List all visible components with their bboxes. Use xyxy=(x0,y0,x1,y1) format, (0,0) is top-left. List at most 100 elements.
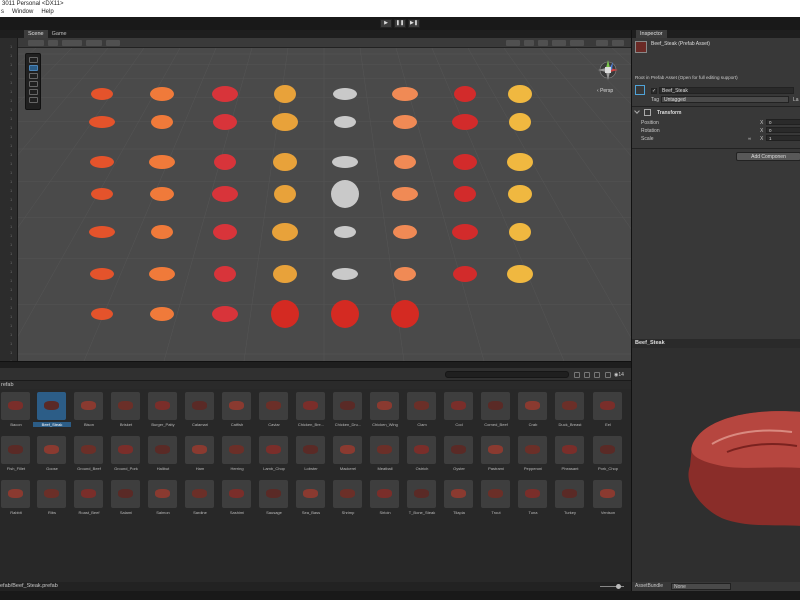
collapse-arrow-icon[interactable] xyxy=(634,108,640,114)
object-name-field[interactable]: Beef_Steak xyxy=(659,87,794,94)
tab-inspector[interactable]: Inspector xyxy=(636,30,667,38)
asset-item[interactable]: Sirloin xyxy=(370,480,400,516)
rect-tool-icon[interactable] xyxy=(29,89,38,95)
asset-item[interactable]: Caviar xyxy=(259,392,289,428)
asset-item[interactable]: Cod xyxy=(444,392,474,428)
food-model[interactable] xyxy=(507,153,533,171)
food-model[interactable] xyxy=(393,115,417,129)
food-model[interactable] xyxy=(91,308,113,320)
favorite-icon[interactable] xyxy=(594,372,600,378)
asset-item[interactable]: Sardine xyxy=(185,480,215,516)
asset-item[interactable]: Herring xyxy=(222,436,252,472)
food-model[interactable] xyxy=(331,300,359,328)
asset-item[interactable]: Clam xyxy=(407,392,437,428)
pause-button[interactable]: ❚❚ xyxy=(394,19,406,28)
food-model[interactable] xyxy=(89,116,115,128)
snap-dropdown[interactable] xyxy=(552,40,566,46)
food-model[interactable] xyxy=(212,306,238,322)
asset-item[interactable]: Fish_Fillet xyxy=(1,436,31,472)
asset-item[interactable]: Ham xyxy=(185,436,215,472)
asset-item[interactable]: Bison xyxy=(74,392,104,428)
food-model[interactable] xyxy=(90,268,114,280)
asset-item[interactable]: Ground_Beef xyxy=(74,436,104,472)
position-x-field[interactable]: 0 xyxy=(766,119,800,125)
asset-item[interactable]: Tuna xyxy=(518,480,548,516)
asset-item[interactable]: Oyster xyxy=(444,436,474,472)
asset-item[interactable]: Salmon xyxy=(148,480,178,516)
asset-item[interactable]: Catfish xyxy=(222,392,252,428)
play-button[interactable]: ▶ xyxy=(380,19,392,28)
rotate-tool-icon[interactable] xyxy=(29,73,38,79)
food-model[interactable] xyxy=(332,268,358,280)
food-model[interactable] xyxy=(150,307,174,321)
2d-toggle-button[interactable] xyxy=(48,40,58,46)
asset-item[interactable]: Crab xyxy=(518,392,548,428)
hand-tool-icon[interactable] xyxy=(29,57,38,63)
asset-item[interactable]: Ribs xyxy=(37,480,67,516)
asset-item[interactable]: Shrimp xyxy=(333,480,363,516)
food-model[interactable] xyxy=(274,185,296,203)
scale-x-field[interactable]: 1 xyxy=(766,135,800,141)
asset-item[interactable]: Eel xyxy=(593,392,623,428)
gizmo-dropdown[interactable] xyxy=(106,40,120,46)
food-model[interactable] xyxy=(274,85,296,103)
food-model[interactable] xyxy=(91,88,113,100)
active-checkbox[interactable]: ✓ xyxy=(651,88,657,94)
food-model[interactable] xyxy=(272,113,298,131)
effects-dropdown[interactable] xyxy=(86,40,102,46)
asset-item[interactable]: Pheasant xyxy=(555,436,585,472)
render-dropdown[interactable] xyxy=(570,40,584,46)
food-model[interactable] xyxy=(454,86,476,102)
asset-item[interactable]: Brisket xyxy=(111,392,141,428)
food-model[interactable] xyxy=(213,114,237,130)
scale-tool-icon[interactable] xyxy=(29,81,38,87)
food-model[interactable] xyxy=(394,155,416,169)
asset-item[interactable]: Roast_Beef xyxy=(74,480,104,516)
asset-item[interactable]: Venison xyxy=(593,480,623,516)
asset-item[interactable]: Turkey xyxy=(555,480,585,516)
asset-item[interactable]: Mackerel xyxy=(333,436,363,472)
food-model[interactable] xyxy=(150,187,174,201)
component-title[interactable]: Transform xyxy=(657,110,681,116)
tab-game[interactable]: Game xyxy=(48,30,71,38)
food-model[interactable] xyxy=(271,300,299,328)
asset-item[interactable]: Beef_Steak xyxy=(33,392,71,428)
filter-label-icon[interactable] xyxy=(584,372,590,378)
food-model[interactable] xyxy=(331,180,359,208)
menu-item-s[interactable]: s xyxy=(0,8,5,17)
food-model[interactable] xyxy=(334,116,356,128)
food-model[interactable] xyxy=(391,300,419,328)
asset-item[interactable]: Corned_Beef xyxy=(481,392,511,428)
scene-gizmo[interactable] xyxy=(598,60,618,80)
food-model[interactable] xyxy=(334,226,356,238)
asset-item[interactable]: Pork_Chop xyxy=(593,436,623,472)
asset-item[interactable]: Burger_Patty xyxy=(148,392,178,428)
food-model[interactable] xyxy=(89,226,115,238)
menu-item-help[interactable]: Help xyxy=(40,8,54,17)
scale-link-icon[interactable]: ∞ xyxy=(748,136,751,141)
food-model[interactable] xyxy=(452,114,478,130)
food-model[interactable] xyxy=(452,224,478,240)
food-model[interactable] xyxy=(508,185,532,203)
asset-item[interactable]: Lamb_Chop xyxy=(259,436,289,472)
asset-item[interactable]: Ground_Pork xyxy=(111,436,141,472)
asset-item[interactable]: Bacon xyxy=(1,392,31,428)
food-model[interactable] xyxy=(90,156,114,168)
visibility-icon[interactable] xyxy=(605,372,611,378)
camera-dropdown[interactable] xyxy=(506,40,520,46)
asset-item[interactable]: Pepperoni xyxy=(518,436,548,472)
asset-item[interactable]: Halibut xyxy=(148,436,178,472)
food-model[interactable] xyxy=(333,88,357,100)
food-model[interactable] xyxy=(508,85,532,103)
food-model[interactable] xyxy=(453,154,477,170)
asset-item[interactable]: Lobster xyxy=(296,436,326,472)
tag-dropdown[interactable]: Untagged xyxy=(661,96,789,103)
asset-item[interactable]: Duck_Breast xyxy=(555,392,585,428)
tab-scene[interactable]: Scene xyxy=(24,30,48,38)
asset-item[interactable]: Chicken_Wing xyxy=(370,392,400,428)
scene-more-button[interactable] xyxy=(612,40,624,46)
asset-item[interactable]: Tilapia xyxy=(444,480,474,516)
breadcrumb[interactable]: refab xyxy=(0,381,631,389)
food-model[interactable] xyxy=(214,266,236,282)
food-model[interactable] xyxy=(507,265,533,283)
